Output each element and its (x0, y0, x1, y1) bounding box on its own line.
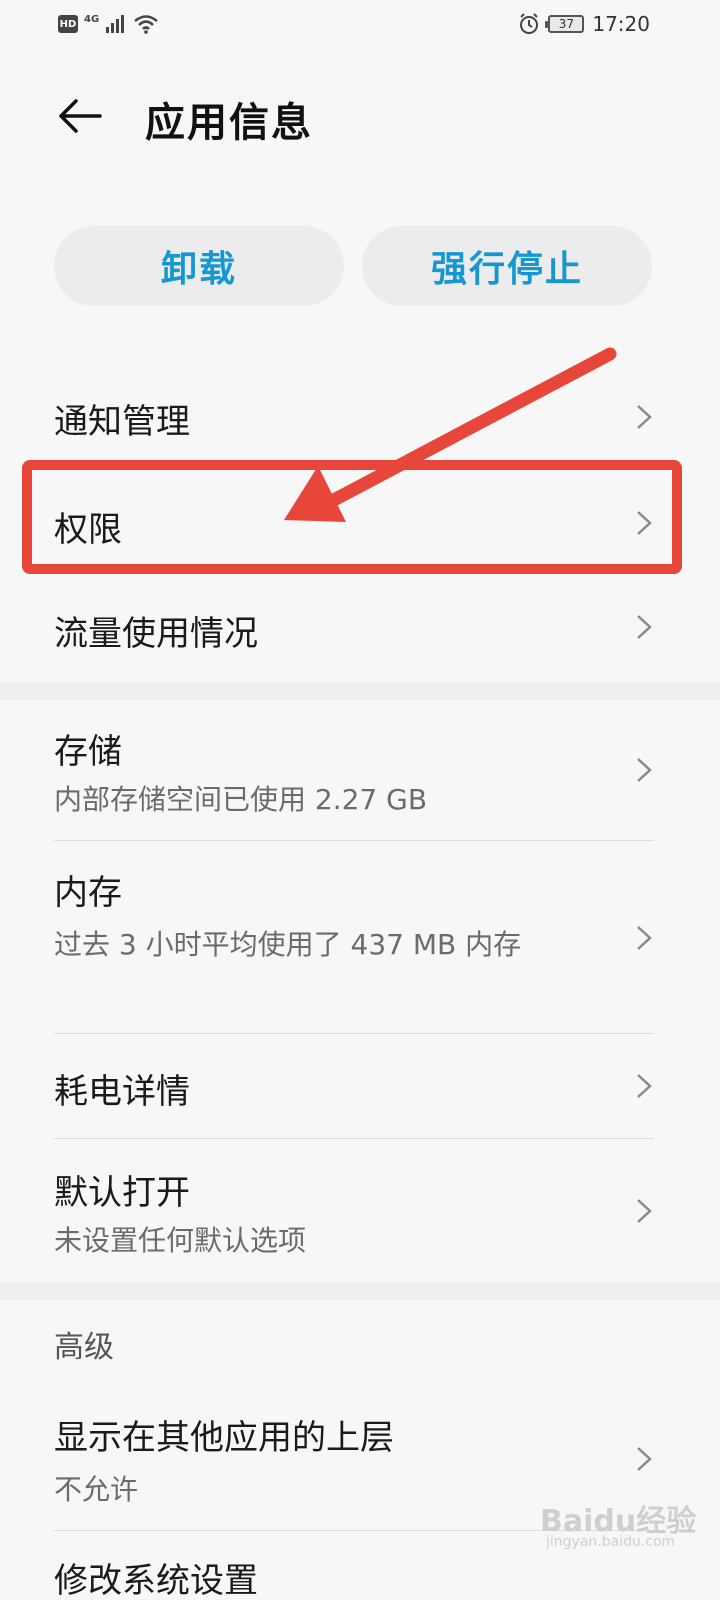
annotation-arrow-icon (284, 347, 617, 522)
watermark-url: jingyan.baidu.com (546, 1534, 676, 1550)
